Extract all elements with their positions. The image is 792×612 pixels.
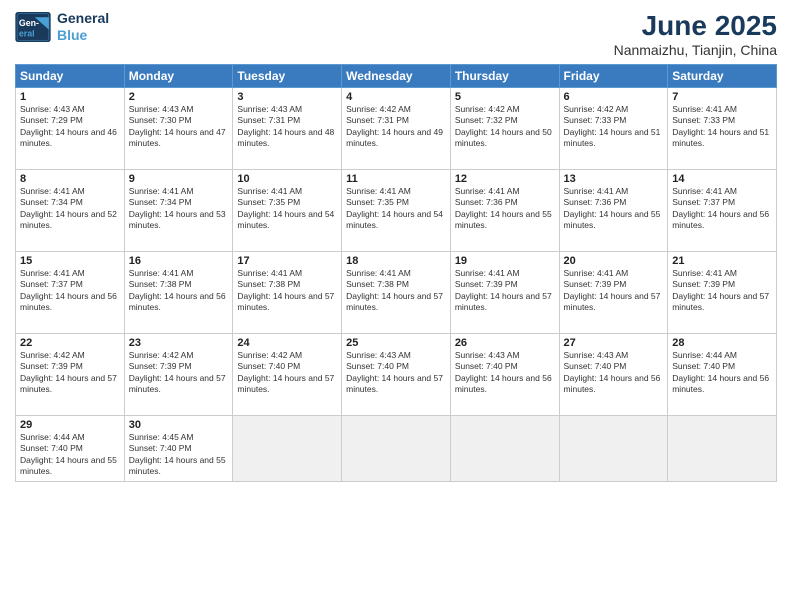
- svg-text:Gen-: Gen-: [19, 18, 39, 28]
- calendar-day: 21Sunrise: 4:41 AMSunset: 7:39 PMDayligh…: [668, 252, 777, 334]
- calendar-day: 18Sunrise: 4:41 AMSunset: 7:38 PMDayligh…: [342, 252, 451, 334]
- calendar-day: 10Sunrise: 4:41 AMSunset: 7:35 PMDayligh…: [233, 170, 342, 252]
- weekday-header: Monday: [124, 65, 233, 88]
- calendar-day: 2Sunrise: 4:43 AMSunset: 7:30 PMDaylight…: [124, 88, 233, 170]
- main-title: June 2025: [614, 10, 777, 42]
- calendar-day: 19Sunrise: 4:41 AMSunset: 7:39 PMDayligh…: [450, 252, 559, 334]
- calendar-day: [233, 416, 342, 482]
- weekday-header: Friday: [559, 65, 668, 88]
- calendar-day: 26Sunrise: 4:43 AMSunset: 7:40 PMDayligh…: [450, 334, 559, 416]
- calendar-day: 4Sunrise: 4:42 AMSunset: 7:31 PMDaylight…: [342, 88, 451, 170]
- calendar-day: [450, 416, 559, 482]
- weekday-header: Wednesday: [342, 65, 451, 88]
- calendar-day: 9Sunrise: 4:41 AMSunset: 7:34 PMDaylight…: [124, 170, 233, 252]
- calendar-day: 11Sunrise: 4:41 AMSunset: 7:35 PMDayligh…: [342, 170, 451, 252]
- weekday-header: Thursday: [450, 65, 559, 88]
- weekday-header: Tuesday: [233, 65, 342, 88]
- calendar-week-row: 29Sunrise: 4:44 AMSunset: 7:40 PMDayligh…: [16, 416, 777, 482]
- calendar-page: Gen- eral General Blue June 2025 Nanmaiz…: [0, 0, 792, 612]
- calendar-day: 6Sunrise: 4:42 AMSunset: 7:33 PMDaylight…: [559, 88, 668, 170]
- subtitle: Nanmaizhu, Tianjin, China: [614, 42, 777, 58]
- calendar-day: 13Sunrise: 4:41 AMSunset: 7:36 PMDayligh…: [559, 170, 668, 252]
- calendar-day: 30Sunrise: 4:45 AMSunset: 7:40 PMDayligh…: [124, 416, 233, 482]
- logo-text: General Blue: [57, 10, 109, 44]
- calendar-day: 7Sunrise: 4:41 AMSunset: 7:33 PMDaylight…: [668, 88, 777, 170]
- header: Gen- eral General Blue June 2025 Nanmaiz…: [15, 10, 777, 58]
- calendar-week-row: 8Sunrise: 4:41 AMSunset: 7:34 PMDaylight…: [16, 170, 777, 252]
- calendar-day: 27Sunrise: 4:43 AMSunset: 7:40 PMDayligh…: [559, 334, 668, 416]
- calendar-table: SundayMondayTuesdayWednesdayThursdayFrid…: [15, 64, 777, 482]
- calendar-day: 28Sunrise: 4:44 AMSunset: 7:40 PMDayligh…: [668, 334, 777, 416]
- calendar-day: 5Sunrise: 4:42 AMSunset: 7:32 PMDaylight…: [450, 88, 559, 170]
- calendar-day: 15Sunrise: 4:41 AMSunset: 7:37 PMDayligh…: [16, 252, 125, 334]
- calendar-week-row: 1Sunrise: 4:43 AMSunset: 7:29 PMDaylight…: [16, 88, 777, 170]
- logo: Gen- eral General Blue: [15, 10, 109, 44]
- calendar-day: 14Sunrise: 4:41 AMSunset: 7:37 PMDayligh…: [668, 170, 777, 252]
- calendar-week-row: 15Sunrise: 4:41 AMSunset: 7:37 PMDayligh…: [16, 252, 777, 334]
- calendar-day: 22Sunrise: 4:42 AMSunset: 7:39 PMDayligh…: [16, 334, 125, 416]
- weekday-header: Saturday: [668, 65, 777, 88]
- calendar-week-row: 22Sunrise: 4:42 AMSunset: 7:39 PMDayligh…: [16, 334, 777, 416]
- calendar-day: 24Sunrise: 4:42 AMSunset: 7:40 PMDayligh…: [233, 334, 342, 416]
- calendar-day: 17Sunrise: 4:41 AMSunset: 7:38 PMDayligh…: [233, 252, 342, 334]
- calendar-day: [342, 416, 451, 482]
- calendar-day: 29Sunrise: 4:44 AMSunset: 7:40 PMDayligh…: [16, 416, 125, 482]
- calendar-day: 23Sunrise: 4:42 AMSunset: 7:39 PMDayligh…: [124, 334, 233, 416]
- calendar-day: 12Sunrise: 4:41 AMSunset: 7:36 PMDayligh…: [450, 170, 559, 252]
- calendar-day: 1Sunrise: 4:43 AMSunset: 7:29 PMDaylight…: [16, 88, 125, 170]
- calendar-day: 25Sunrise: 4:43 AMSunset: 7:40 PMDayligh…: [342, 334, 451, 416]
- svg-text:eral: eral: [19, 29, 35, 39]
- logo-icon: Gen- eral: [15, 12, 51, 42]
- calendar-day: 8Sunrise: 4:41 AMSunset: 7:34 PMDaylight…: [16, 170, 125, 252]
- weekday-header: Sunday: [16, 65, 125, 88]
- calendar-day: [559, 416, 668, 482]
- title-block: June 2025 Nanmaizhu, Tianjin, China: [614, 10, 777, 58]
- calendar-day: 3Sunrise: 4:43 AMSunset: 7:31 PMDaylight…: [233, 88, 342, 170]
- calendar-day: 20Sunrise: 4:41 AMSunset: 7:39 PMDayligh…: [559, 252, 668, 334]
- calendar-day: 16Sunrise: 4:41 AMSunset: 7:38 PMDayligh…: [124, 252, 233, 334]
- calendar-day: [668, 416, 777, 482]
- calendar-header-row: SundayMondayTuesdayWednesdayThursdayFrid…: [16, 65, 777, 88]
